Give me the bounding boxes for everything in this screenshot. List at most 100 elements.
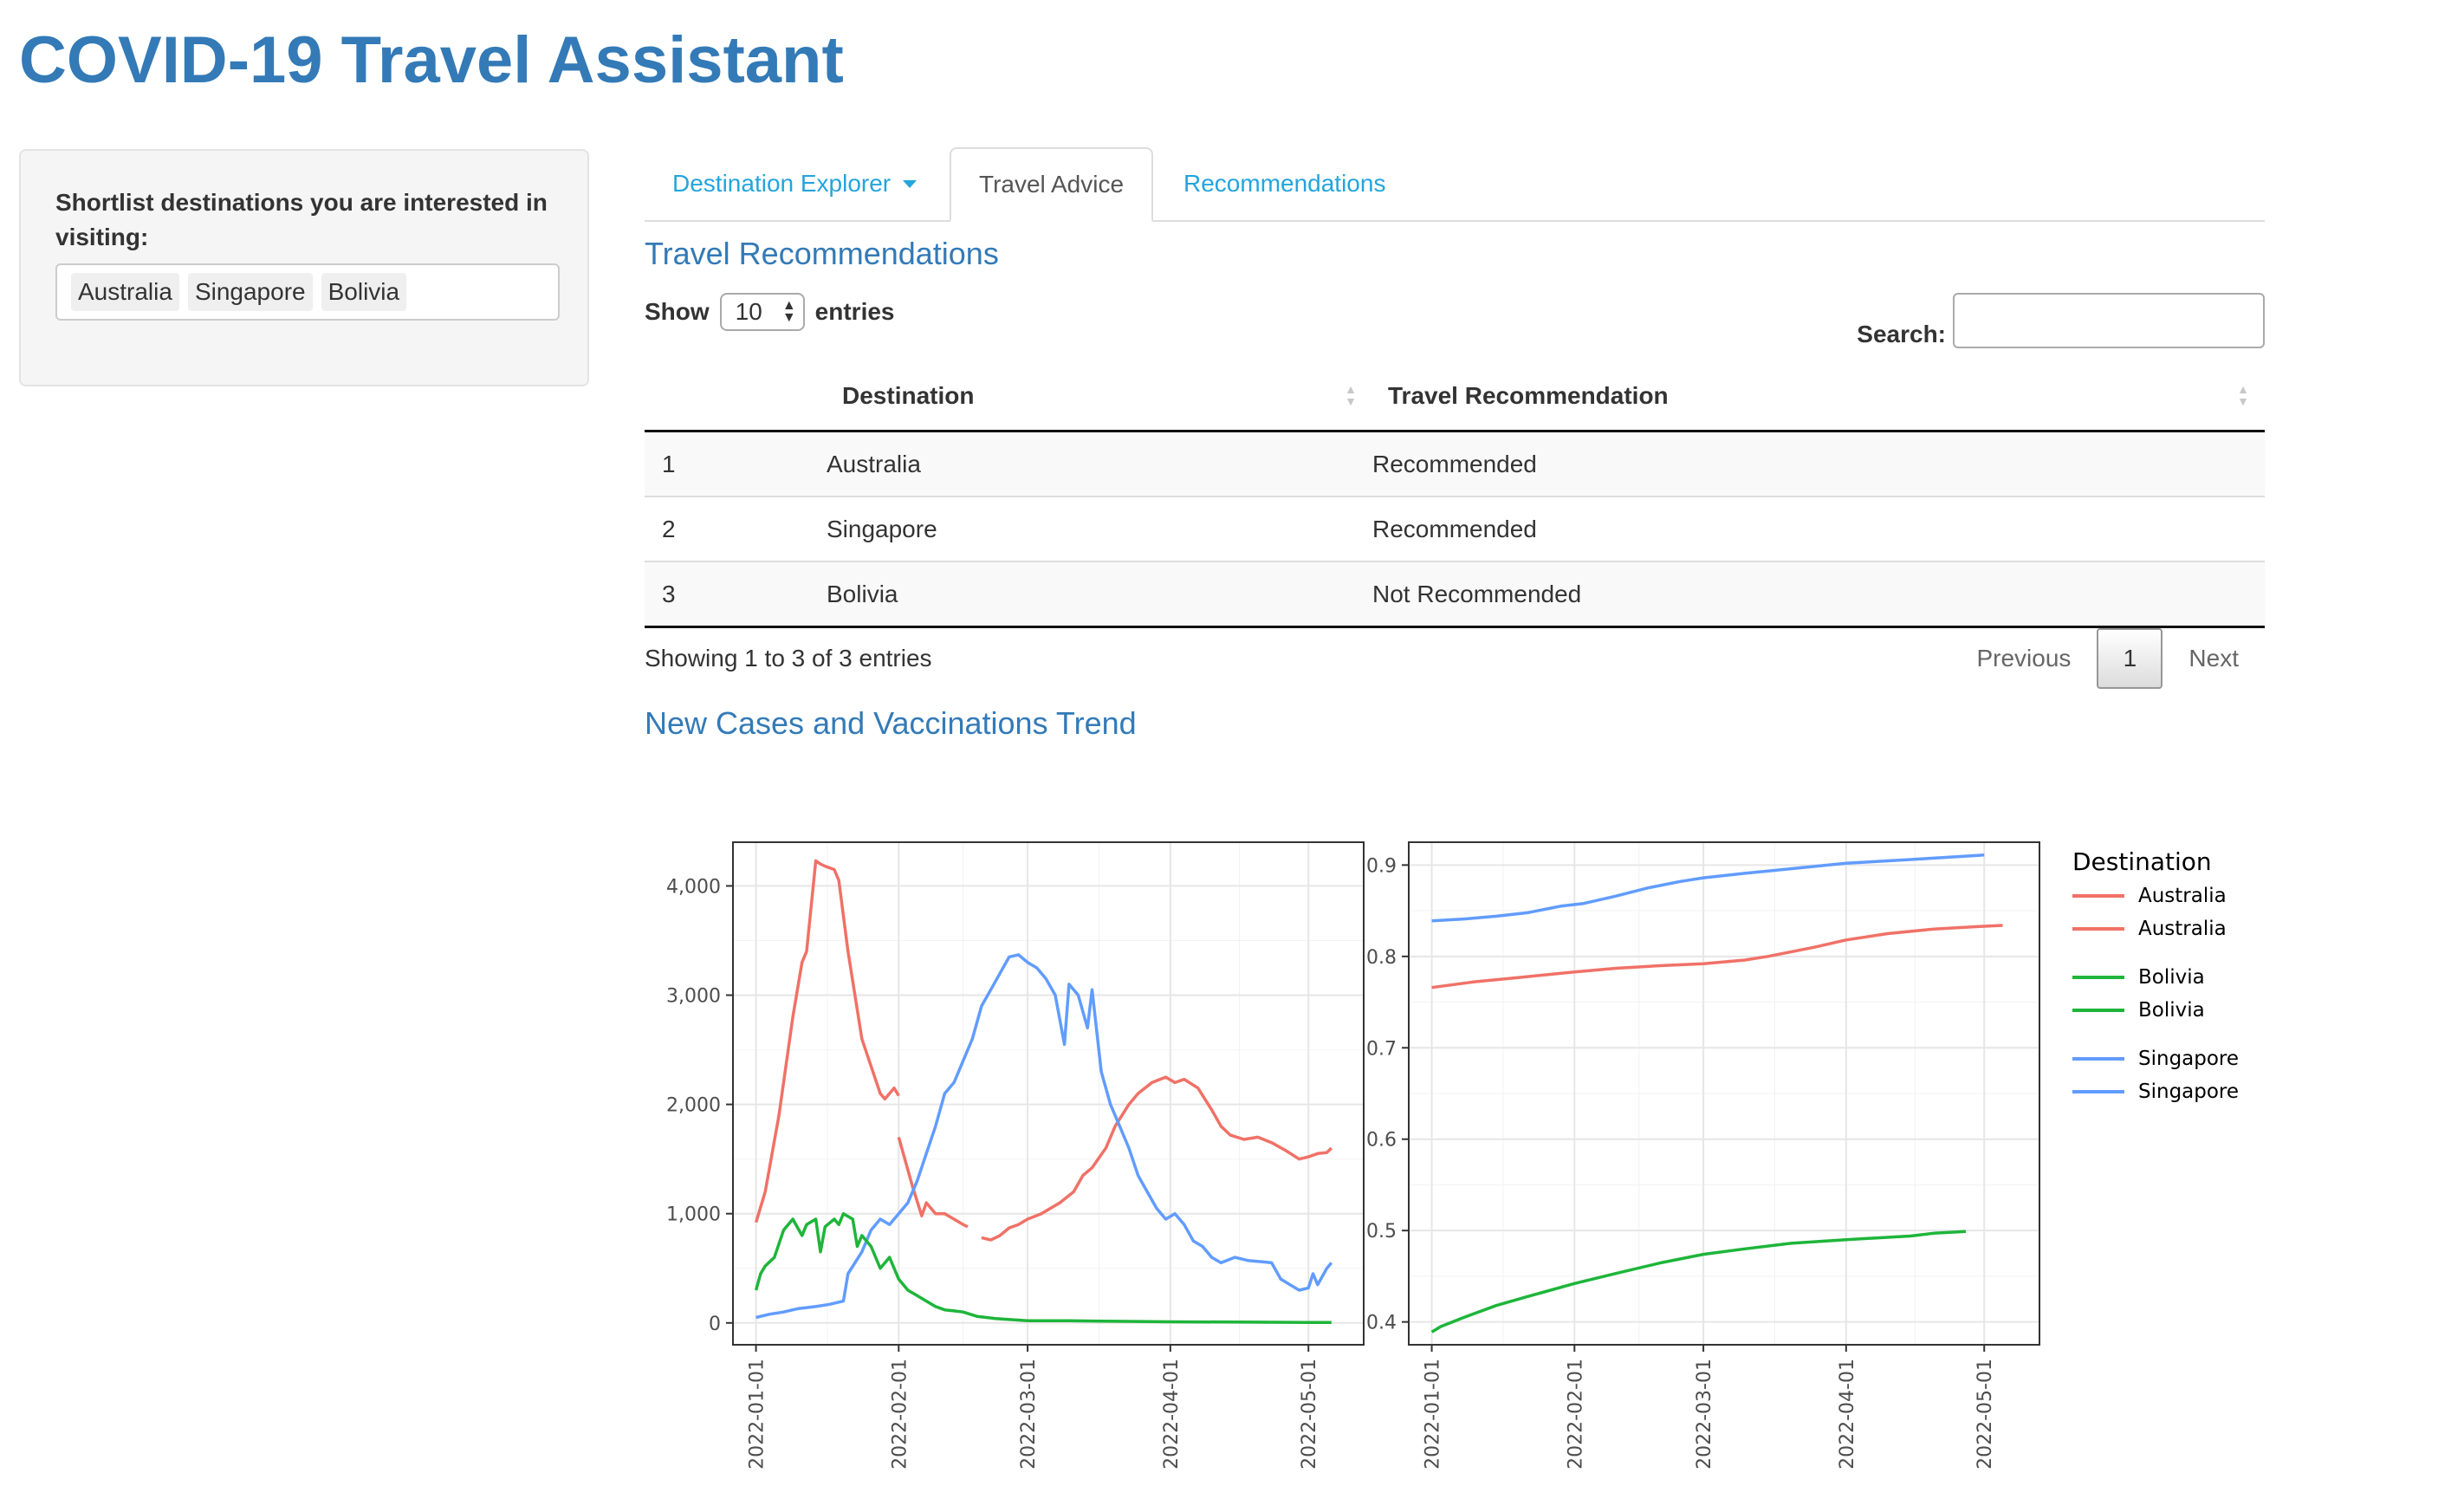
legend-swatch: [2072, 976, 2124, 979]
x-tick-label: 2022-03-01: [1018, 1359, 1040, 1470]
search-label: Search:: [1857, 321, 1946, 347]
entries-label: entries: [814, 298, 895, 325]
y-tick-label: 4,000: [666, 876, 721, 898]
tab-label: Travel Advice: [979, 171, 1125, 198]
y-tick-label: 0.8: [1366, 947, 1397, 969]
row-recommendation: Recommended: [1372, 496, 2265, 561]
x-tick-label: 2022-01-01: [1423, 1359, 1444, 1470]
chart-legend: Destination Australia Australia Bolivia Bol…: [2072, 847, 2239, 1124]
table-row[interactable]: 3 Bolivia Not Recommended: [645, 561, 2265, 628]
page-length-value: 10: [735, 298, 762, 325]
y-tick-label: 3,000: [666, 986, 721, 1008]
sort-icon: ▲ ▼: [1345, 382, 1357, 408]
legend-swatch: [2072, 1057, 2124, 1061]
row-index: 3: [645, 561, 827, 628]
recommendations-title: Travel Recommendations: [645, 236, 999, 271]
selected-chip[interactable]: Australia: [71, 273, 179, 311]
legend-item: Singapore: [2072, 1075, 2239, 1108]
column-header-destination[interactable]: Destination ▲ ▼: [827, 362, 1372, 432]
tab-destination-explorer[interactable]: Destination Explorer: [645, 147, 944, 220]
app-title: COVID-19 Travel Assistant: [19, 23, 844, 97]
main-panel: Destination Explorer Travel Advice Recom…: [645, 147, 2265, 741]
updown-arrows-icon: ▲ ▼: [781, 298, 796, 325]
tab-label: Destination Explorer: [672, 170, 892, 197]
x-tick-label: 2022-02-01: [889, 1359, 911, 1470]
y-tick-label: 1,000: [666, 1204, 721, 1226]
legend-group: Singapore Singapore: [2072, 1042, 2239, 1108]
selected-chip[interactable]: Singapore: [187, 273, 313, 311]
x-tick-label: 2022-04-01: [1837, 1359, 1858, 1470]
legend-label: Singapore: [2138, 1080, 2240, 1103]
legend-swatch: [2072, 894, 2124, 898]
legend-item: Australia: [2072, 879, 2239, 912]
row-recommendation: Recommended: [1372, 431, 2265, 496]
page-length-control: Show 10 ▲ ▼ entries: [645, 293, 895, 331]
show-label: Show: [645, 298, 710, 325]
legend-title: Destination: [2072, 847, 2212, 876]
x-tick-label: 2022-04-01: [1161, 1359, 1183, 1470]
caret-down-icon: [903, 179, 918, 188]
table-search: Search:: [1857, 293, 2265, 348]
chart-svg: 0.4 0.5 0.6 0.7 0.8 0.9 2022-01-01 2022-02-01 20…: [1366, 841, 2040, 1470]
table-row[interactable]: 2 Singapore Recommended: [645, 496, 2265, 561]
column-header-recommendation[interactable]: Travel Recommendation ▲ ▼: [1372, 362, 2265, 432]
legend-label: Australia: [2138, 885, 2227, 907]
row-destination: Australia: [827, 431, 1372, 496]
legend-swatch: [2072, 1090, 2124, 1093]
destination-multiselect[interactable]: Australia Singapore Bolivia: [55, 263, 560, 321]
search-input[interactable]: [1953, 293, 2265, 348]
shortlist-label: Shortlist destinations you are intereste…: [55, 189, 548, 250]
legend-swatch: [2072, 927, 2124, 931]
tab-recommendations[interactable]: Recommendations: [1156, 147, 1413, 220]
x-tick-label: 2022-03-01: [1694, 1359, 1715, 1470]
tab-travel-advice[interactable]: Travel Advice: [950, 147, 1154, 222]
recommendations-table: Destination ▲ ▼ Travel Recommendation ▲ ▼ …: [645, 362, 2265, 628]
x-tick-label: 2022-01-01: [747, 1359, 768, 1470]
tab-label: Recommendations: [1183, 170, 1386, 197]
x-tick-label: 2022-05-01: [1974, 1359, 1996, 1470]
chart-svg: 0 1,000 2,000 3,000 4,000 2022-01-01 2022-02-0…: [666, 841, 1365, 1470]
legend-item: Singapore: [2072, 1042, 2239, 1075]
row-destination: Bolivia: [827, 561, 1372, 628]
next-page-button[interactable]: Next: [2162, 628, 2265, 689]
table-header-row: Destination ▲ ▼ Travel Recommendation ▲ ▼: [645, 362, 2265, 432]
legend-item: Bolivia: [2072, 961, 2239, 994]
cases-chart: 0 1,000 2,000 3,000 4,000 2022-01-01 2022-02-0…: [645, 814, 1372, 1499]
table-row[interactable]: 1 Australia Recommended: [645, 431, 2265, 496]
legend-label: Bolivia: [2138, 999, 2205, 1022]
x-tick-label: 2022-05-01: [1299, 1359, 1320, 1470]
column-header-index: [645, 362, 827, 432]
vaccinations-chart: 0.4 0.5 0.6 0.7 0.8 0.9 2022-01-01 2022-02-01 20…: [1327, 814, 2055, 1499]
legend-group: Bolivia Bolivia: [2072, 961, 2239, 1027]
y-tick-label: 0.7: [1366, 1038, 1397, 1060]
legend-item: Bolivia: [2072, 994, 2239, 1027]
previous-page-button[interactable]: Previous: [1950, 628, 2097, 689]
page-1-button[interactable]: 1: [2097, 628, 2163, 689]
table-info: Showing 1 to 3 of 3 entries: [645, 645, 932, 672]
legend-swatch: [2072, 1009, 2124, 1012]
legend-label: Australia: [2138, 918, 2227, 940]
row-destination: Singapore: [827, 496, 1372, 561]
page-length-select[interactable]: 10 ▲ ▼: [719, 293, 805, 331]
selected-chip[interactable]: Bolivia: [321, 273, 407, 311]
tab-bar: Destination Explorer Travel Advice Recom…: [645, 147, 2265, 222]
y-tick-label: 0.9: [1366, 855, 1397, 877]
sidebar-panel: Shortlist destinations you are intereste…: [19, 149, 589, 386]
y-tick-label: 0.4: [1366, 1313, 1397, 1334]
sort-icon: ▲ ▼: [2237, 382, 2249, 408]
x-tick-label: 2022-02-01: [1565, 1359, 1586, 1470]
pagination: Previous 1 Next: [1950, 628, 2265, 689]
row-recommendation: Not Recommended: [1372, 561, 2265, 628]
row-index: 1: [645, 431, 827, 496]
y-tick-label: 2,000: [666, 1095, 721, 1117]
app-root: COVID-19 Travel Assistant Shortlist dest…: [0, 0, 2464, 1499]
row-index: 2: [645, 496, 827, 561]
legend-group: Australia Australia: [2072, 879, 2239, 945]
legend-item: Australia: [2072, 912, 2239, 945]
legend-label: Bolivia: [2138, 966, 2205, 989]
y-tick-label: 0.6: [1366, 1130, 1397, 1152]
trend-title: New Cases and Vaccinations Trend: [645, 705, 1137, 741]
legend-label: Singapore: [2138, 1048, 2240, 1070]
y-tick-label: 0: [709, 1314, 721, 1335]
y-tick-label: 0.5: [1366, 1221, 1397, 1243]
